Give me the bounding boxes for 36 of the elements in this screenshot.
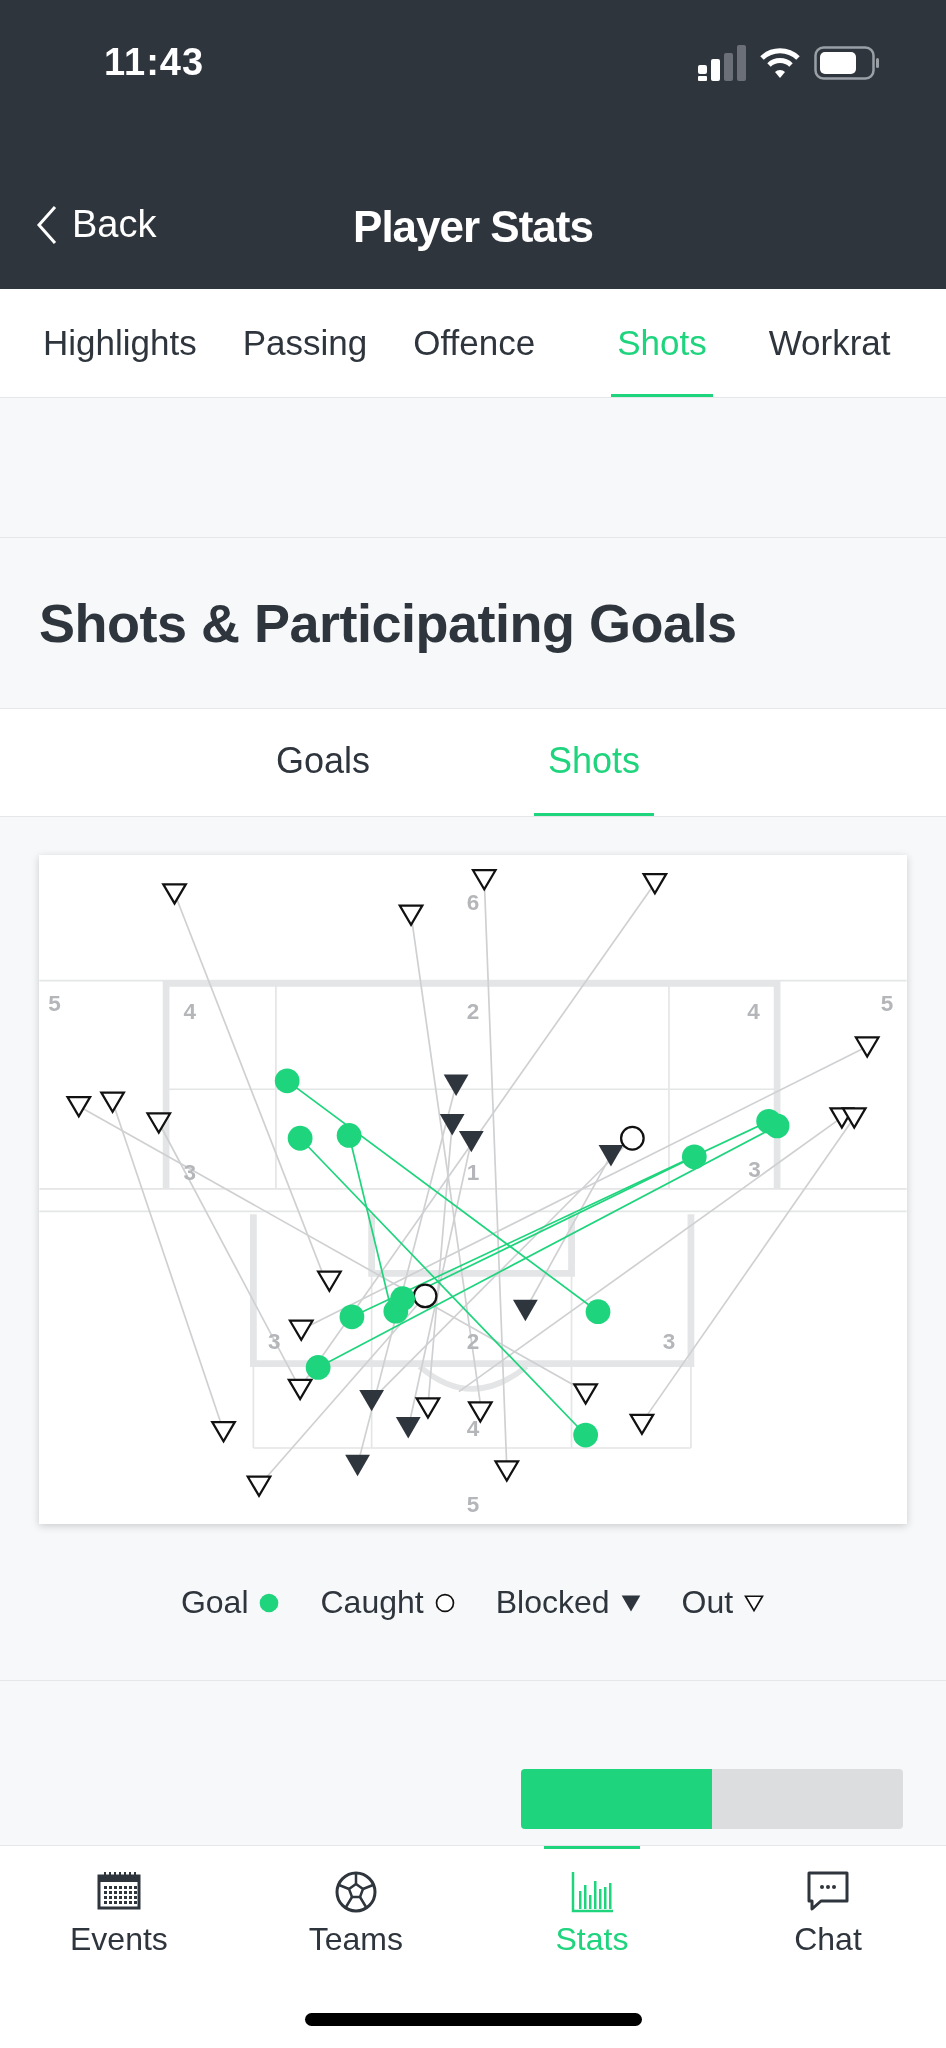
zone-number: 4: [466, 1416, 480, 1442]
segment-tab[interactable]: Goals: [261, 709, 384, 816]
screen-title: Player Stats: [353, 202, 593, 252]
legend-label: Caught: [320, 1584, 424, 1621]
zone-number: 1: [466, 1159, 480, 1185]
back-button[interactable]: Back: [36, 203, 157, 246]
battery-icon: [814, 45, 880, 80]
tab[interactable]: Workrat: [768, 289, 891, 397]
tab[interactable]: Highlights: [43, 289, 197, 397]
zone-number: 3: [183, 1159, 196, 1185]
tab[interactable]: Passing: [242, 289, 368, 397]
chevron-left-icon: [36, 204, 58, 245]
section-title: Shots & Participating Goals: [39, 592, 737, 654]
signal-icon: [698, 44, 746, 81]
toggle-segment[interactable]: [521, 1769, 712, 1829]
legend-label: Out: [681, 1584, 734, 1621]
tab[interactable]: Offence: [413, 289, 536, 397]
status-time: 11:43: [104, 41, 205, 84]
zone-number: 4: [183, 999, 196, 1025]
toggle-segment[interactable]: [712, 1769, 903, 1829]
zone-number: 5: [466, 1492, 480, 1518]
tab-bar-item[interactable]: Chat: [779, 1846, 876, 1979]
wifi-icon: [760, 46, 800, 79]
zone-number: 6: [466, 889, 480, 915]
zone-number: 5: [48, 991, 61, 1016]
legend-label: Goal: [180, 1584, 249, 1621]
zone-number: 4: [747, 999, 760, 1025]
legend-label: Blocked: [495, 1584, 610, 1621]
zone-number: 5: [880, 991, 894, 1016]
zone-number: 3: [662, 1328, 676, 1354]
tab-bar-item[interactable]: Events: [70, 1846, 168, 1979]
zone-number: 3: [267, 1328, 281, 1354]
zone-number: 2: [466, 1328, 480, 1354]
zone-number: 3: [748, 1157, 761, 1183]
tab-bar-item[interactable]: Teams: [307, 1846, 404, 1979]
zone-number: 2: [466, 999, 480, 1025]
